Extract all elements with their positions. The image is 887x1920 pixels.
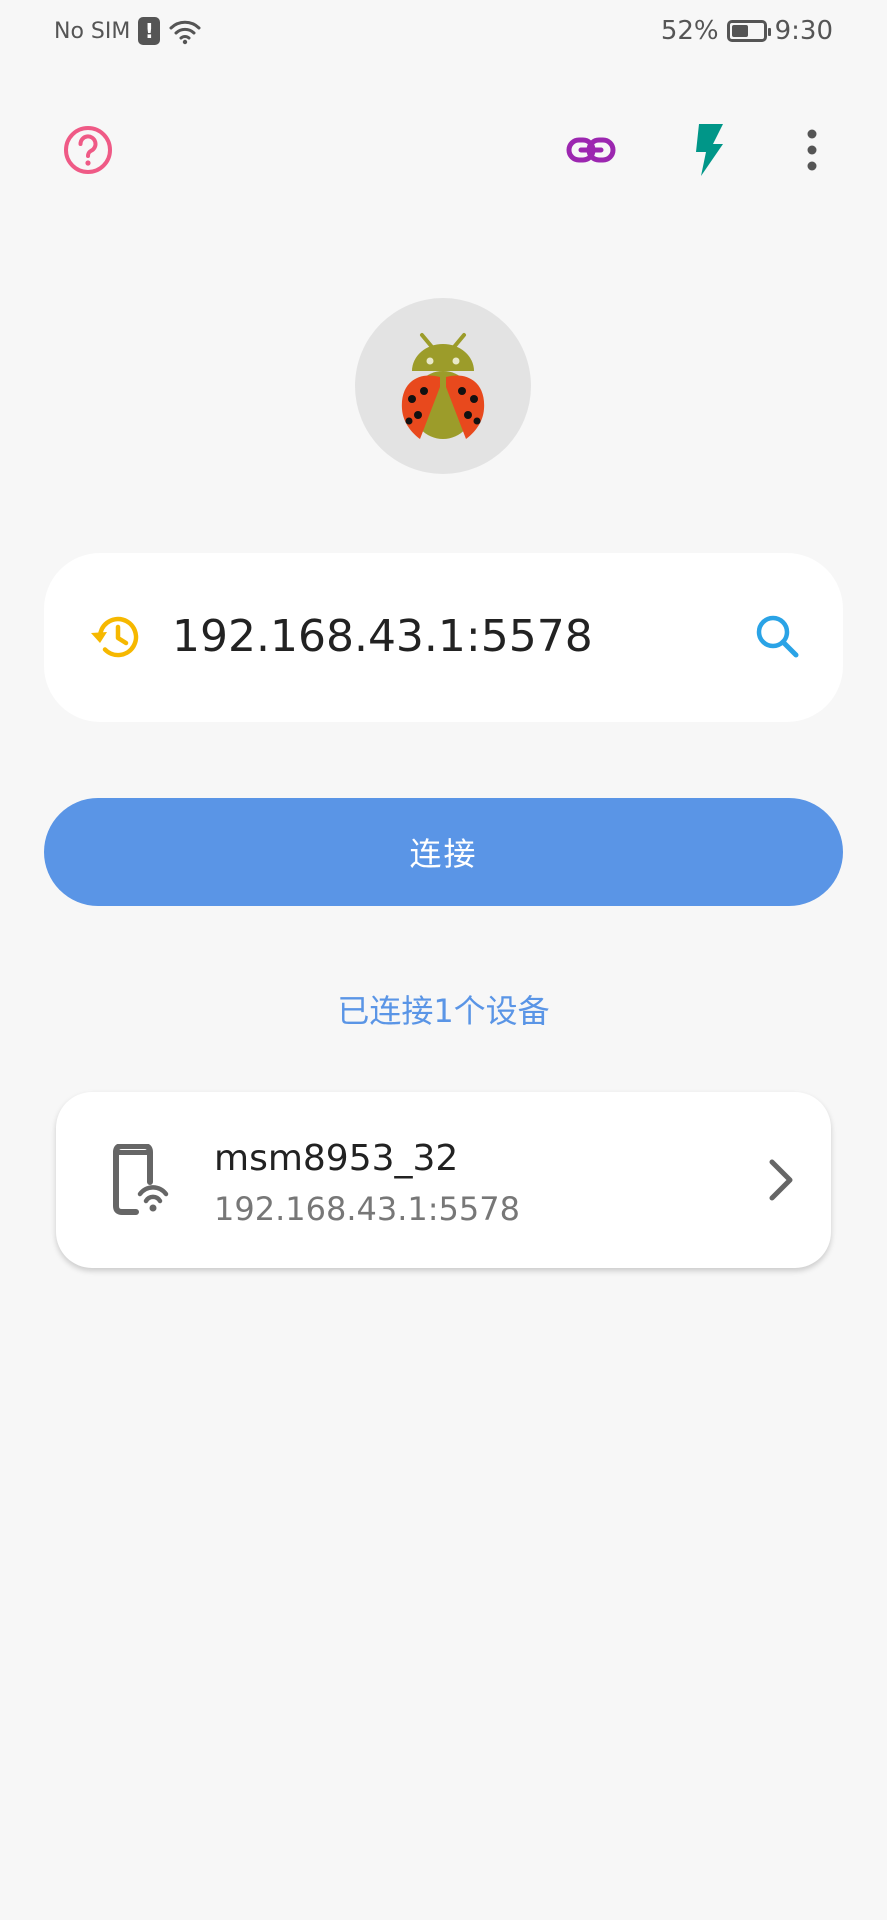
status-bar: No SIM ! 52% 9:30 <box>0 0 887 62</box>
device-address: 192.168.43.1:5578 <box>214 1190 520 1228</box>
clock-time: 9:30 <box>774 16 833 46</box>
address-bar <box>44 553 843 722</box>
flash-icon <box>696 124 723 176</box>
flash-button[interactable] <box>677 118 741 182</box>
device-icon-wrapper <box>106 1143 178 1216</box>
sim-alert-icon: ! <box>138 17 161 45</box>
carrier-text: No SIM <box>54 18 131 44</box>
help-circle-icon <box>64 126 112 174</box>
history-icon <box>91 616 139 658</box>
device-name: msm8953_32 <box>214 1138 459 1179</box>
connect-button[interactable]: 连接 <box>44 798 843 906</box>
wifi-icon <box>169 20 201 45</box>
status-left: No SIM ! <box>54 14 202 48</box>
more-options-button[interactable] <box>780 118 844 182</box>
search-icon <box>756 615 799 658</box>
connected-devices-count: 已连接1个设备 <box>337 992 550 1030</box>
link-icon <box>566 137 616 163</box>
battery-level-fill <box>731 25 748 37</box>
battery-icon <box>726 20 771 42</box>
search-button[interactable] <box>750 609 806 665</box>
address-input[interactable] <box>172 591 732 681</box>
device-list-item[interactable]: msm8953_32 192.168.43.1:5578 <box>56 1092 831 1268</box>
history-button[interactable] <box>88 609 144 665</box>
phone-wifi-icon <box>113 1143 169 1215</box>
link-button[interactable] <box>559 118 623 182</box>
ladybug-android-icon <box>401 333 485 439</box>
more-vert-icon <box>807 129 817 171</box>
device-detail-button[interactable] <box>756 1156 804 1204</box>
status-right: 52% 9:30 <box>661 14 833 48</box>
help-button[interactable] <box>56 118 120 182</box>
chevron-right-icon <box>769 1159 793 1201</box>
app-logo <box>355 298 531 474</box>
battery-percent: 52% <box>660 16 719 46</box>
